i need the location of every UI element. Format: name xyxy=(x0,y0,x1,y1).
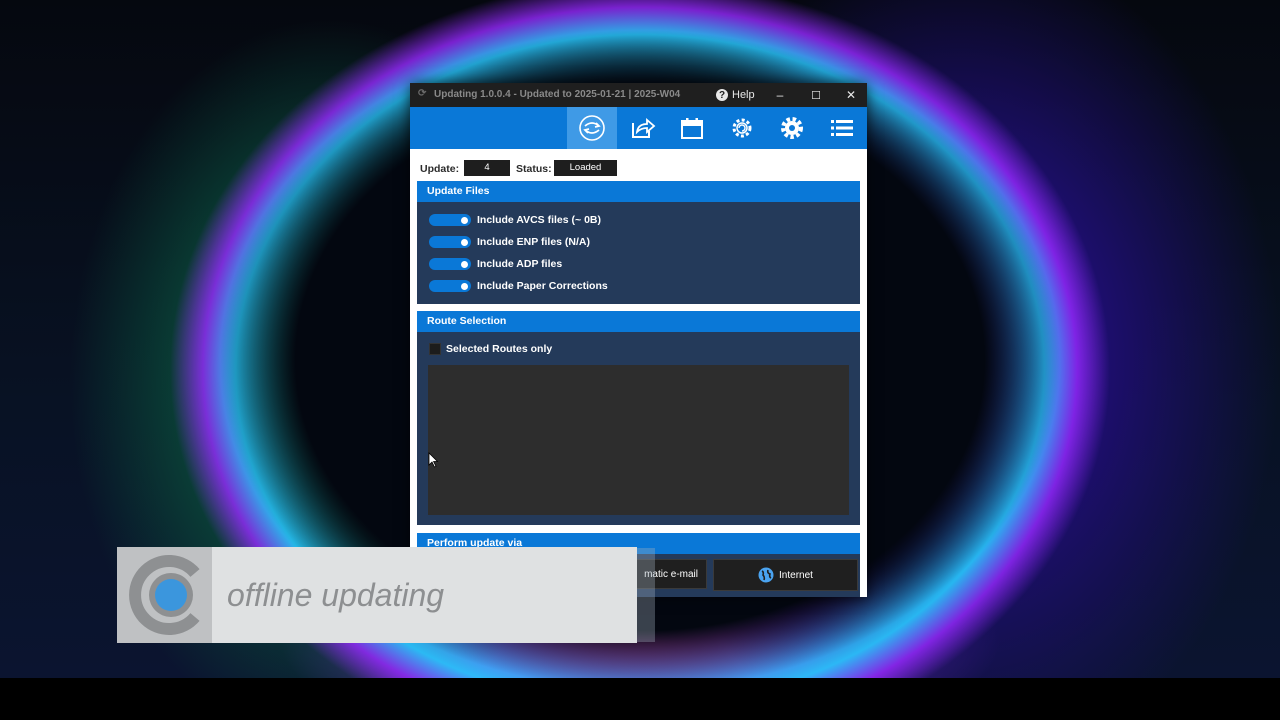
mouse-cursor-icon xyxy=(428,452,439,468)
avcs-toggle-label: Include AVCS files (~ 0B) xyxy=(477,214,601,226)
help-question-icon: ? xyxy=(716,89,728,101)
share-icon xyxy=(632,118,656,138)
close-button[interactable]: ✕ xyxy=(834,83,867,107)
toolbar-settings-button[interactable] xyxy=(767,107,817,149)
toolbar-gear-refresh-button[interactable] xyxy=(717,107,767,149)
app-logo-icon: ⟳ xyxy=(418,88,427,99)
main-toolbar xyxy=(410,107,867,149)
enp-toggle-label: Include ENP files (N/A) xyxy=(477,236,590,248)
caption-logo-box xyxy=(117,547,212,643)
status-value: Loaded xyxy=(554,160,617,176)
brand-logo-icon xyxy=(129,555,200,635)
toggle-row-paper[interactable]: Include Paper Corrections xyxy=(429,278,608,294)
status-row: Update: 4 Status: Loaded xyxy=(410,157,867,179)
update-files-title: Update Files xyxy=(417,181,860,202)
caption-overlay: offline updating xyxy=(117,547,637,643)
toggle-row-enp[interactable]: Include ENP files (N/A) xyxy=(429,234,590,250)
gear-refresh-icon xyxy=(732,118,752,138)
help-label: Help xyxy=(732,89,755,101)
menu-list-icon xyxy=(831,120,853,136)
caption-text: offline updating xyxy=(227,577,445,613)
toggle-row-adp[interactable]: Include ADP files xyxy=(429,256,562,272)
update-files-panel: Update Files Include AVCS files (~ 0B) I… xyxy=(417,181,860,304)
caption-edge xyxy=(637,548,655,642)
globe-icon xyxy=(758,567,774,583)
route-selection-panel: Route Selection Selected Routes only xyxy=(417,311,860,525)
route-selection-title: Route Selection xyxy=(417,311,860,332)
selected-routes-row[interactable]: Selected Routes only xyxy=(429,343,552,355)
toolbar-sync-button[interactable] xyxy=(567,107,617,149)
paper-corrections-toggle[interactable] xyxy=(429,280,471,292)
internet-label: Internet xyxy=(779,569,813,581)
selected-routes-checkbox[interactable] xyxy=(429,343,441,355)
calendar-icon xyxy=(681,118,703,139)
title-bar[interactable]: ⟳ Updating 1.0.0.4 - Updated to 2025-01-… xyxy=(410,83,867,107)
window-title: Updating 1.0.0.4 - Updated to 2025-01-21… xyxy=(434,89,681,100)
update-label: Update: xyxy=(420,163,460,175)
toolbar-menu-button[interactable] xyxy=(817,107,867,149)
minimize-button[interactable]: – xyxy=(763,83,797,107)
avcs-toggle[interactable] xyxy=(429,214,471,226)
selected-routes-label: Selected Routes only xyxy=(446,343,553,355)
sync-icon xyxy=(579,115,605,141)
toggle-row-avcs[interactable]: Include AVCS files (~ 0B) xyxy=(429,212,601,228)
internet-button[interactable]: Internet xyxy=(713,559,858,591)
gear-icon xyxy=(781,117,803,139)
status-label: Status: xyxy=(516,163,552,175)
update-value: 4 xyxy=(464,160,510,176)
enp-toggle[interactable] xyxy=(429,236,471,248)
routes-list[interactable] xyxy=(428,365,849,515)
bottom-black-bar xyxy=(0,678,1280,720)
paper-corrections-toggle-label: Include Paper Corrections xyxy=(477,280,608,292)
adp-toggle[interactable] xyxy=(429,258,471,270)
updating-window: ⟳ Updating 1.0.0.4 - Updated to 2025-01-… xyxy=(410,83,867,597)
help-button[interactable]: ? Help xyxy=(716,86,755,104)
adp-toggle-label: Include ADP files xyxy=(477,258,563,270)
toolbar-calendar-button[interactable] xyxy=(667,107,717,149)
toolbar-share-button[interactable] xyxy=(617,107,667,149)
maximize-button[interactable]: ☐ xyxy=(799,83,833,107)
